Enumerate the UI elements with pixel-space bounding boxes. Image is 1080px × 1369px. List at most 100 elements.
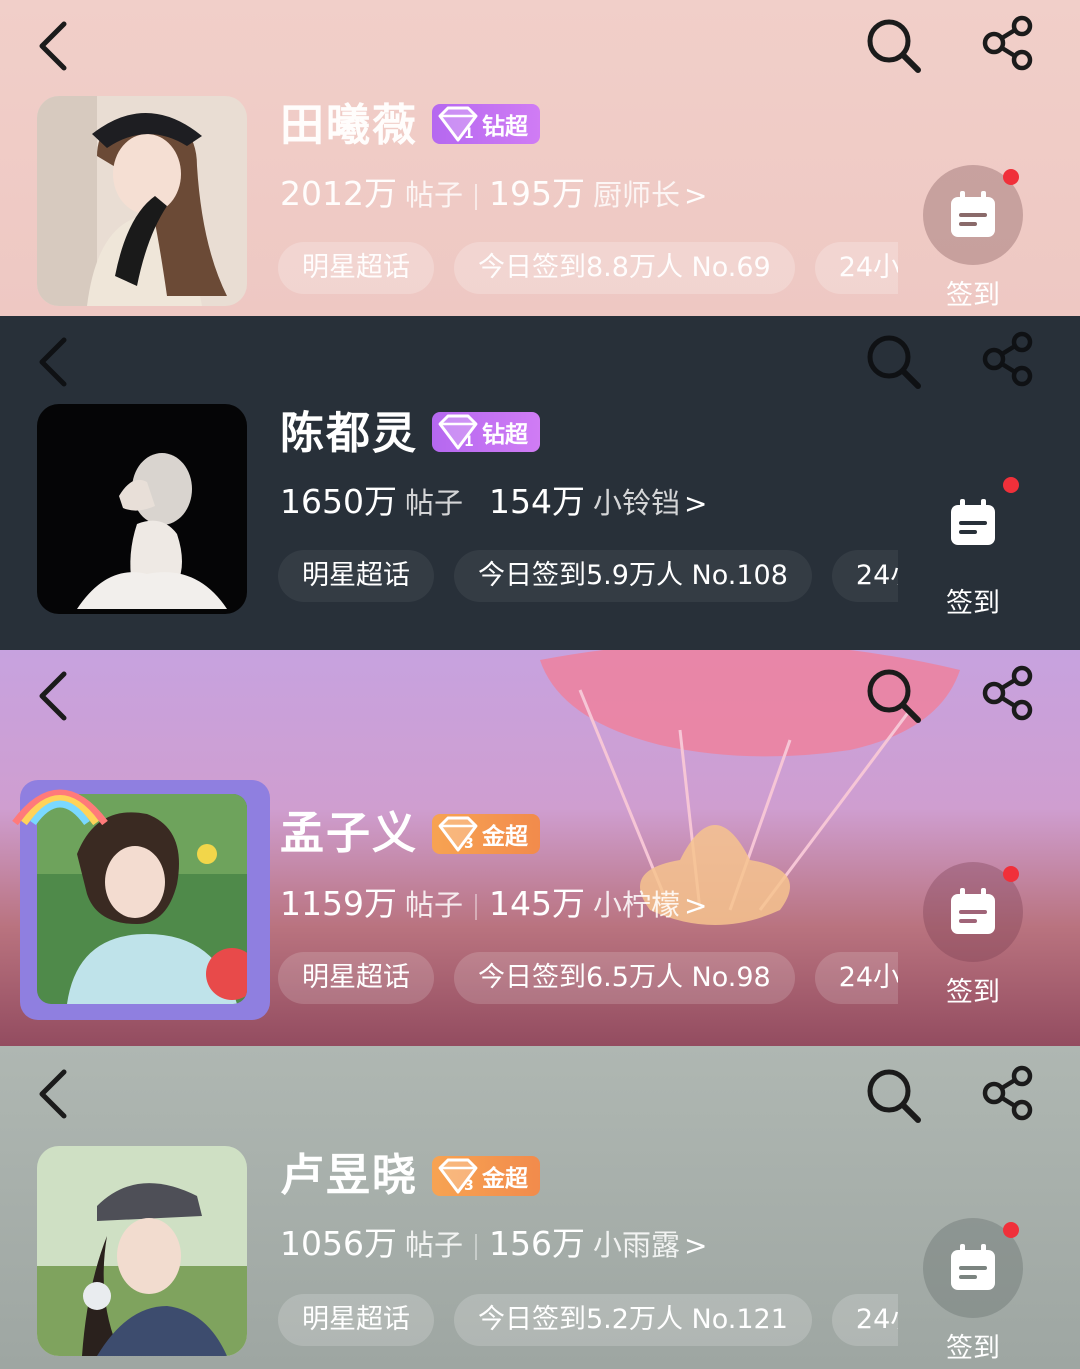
checkin-button[interactable]: 签到 [923,862,1023,1009]
gold-gem-icon: 3 [438,816,478,852]
level-badge: 3 金超 [432,814,540,854]
divider [475,183,477,210]
tag-row: 明星超话今日签到6.5万人 No.98 24小时 [278,952,898,1006]
fan-label: 小雨露 [593,1228,681,1262]
checkin-circle[interactable] [923,473,1023,573]
supertopic-header-2: 陈都灵 1 钻超 1650万 帖子 154万 小铃铛 > 明星超话 今日签到5.9万人 N… [0,316,1080,650]
chevron-right-icon: > [684,487,708,520]
chevron-right-icon: > [684,179,708,212]
tag-row: 明星超话今日签到5.2万人 No.121 24小时 [278,1294,898,1348]
checkin-label: 签到 [946,280,1000,311]
supertopic-header-4: 卢昱晓 3 金超 1056万 帖子 156万 小雨露 > 明星超话 今日签到5.2万人 N… [0,1046,1080,1369]
back-arrow-icon[interactable] [32,668,76,724]
avatar[interactable] [37,96,247,306]
post-count: 1056万 [280,1224,397,1263]
post-count: 1650万 [280,482,397,521]
badge-label: 金超 [482,1166,528,1192]
post-count: 2012万 [280,174,397,213]
fan-label: 小铃铛 [593,486,681,520]
checkin-button[interactable]: 签到 [923,473,1023,620]
topic-name: 田曦薇 [280,100,418,151]
avatar[interactable] [37,404,247,614]
post-count: 1159万 [280,884,397,923]
checkin-label: 签到 [946,977,1000,1008]
tag-pill[interactable]: 明星超话 [278,550,434,602]
checkin-button[interactable]: 签到 [923,165,1023,312]
divider [475,1233,477,1260]
fan-label: 小柠檬 [593,888,681,922]
badge-label: 金超 [482,824,528,850]
topic-name: 卢昱晓 [280,1150,418,1201]
search-icon[interactable] [862,664,924,726]
fan-count: 156万 [489,1224,585,1263]
calendar-icon [951,888,995,934]
fan-label: 厨师长 [593,178,681,212]
diamond-gem-icon: 1 [438,414,478,450]
tag-pill[interactable]: 24小时 [814,242,898,294]
tag-pill[interactable]: 明星超话 [278,1294,434,1346]
notification-dot [1003,169,1019,185]
share-icon[interactable] [980,1064,1038,1122]
calendar-icon [951,1244,995,1290]
post-label: 帖子 [404,178,463,212]
post-label: 帖子 [404,888,463,922]
level-badge: 3 金超 [432,1156,540,1196]
fan-count: 195万 [489,174,585,213]
back-arrow-icon[interactable] [32,334,76,390]
checkin-label: 签到 [946,1333,1000,1364]
tag-pill[interactable]: 24小时 [814,952,898,1004]
topic-name: 陈都灵 [280,408,418,459]
notification-dot [1003,1222,1019,1238]
checkin-circle[interactable] [923,1218,1023,1318]
share-icon[interactable] [980,330,1038,388]
stats-line[interactable]: 1650万 帖子 154万 小铃铛 > [280,480,707,526]
level-badge: 1 钻超 [432,412,540,452]
search-icon[interactable] [862,1064,924,1126]
tag-row: 明星超话今日签到8.8万人 No.69 24小时 [278,242,898,296]
post-label: 帖子 [404,1228,463,1262]
checkin-circle[interactable] [923,862,1023,962]
divider [475,492,477,518]
search-icon[interactable] [862,14,924,76]
tag-pill[interactable]: 24小时 [831,550,898,602]
tag-pill[interactable]: 明星超话 [278,242,434,294]
back-arrow-icon[interactable] [32,1066,76,1122]
fan-count: 154万 [489,482,585,521]
badge-label: 钻超 [482,114,528,140]
checkin-rank-pill[interactable]: 今日签到8.8万人 No.69 [454,242,795,294]
stats-line[interactable]: 2012万 帖子 195万 厨师长 > [280,172,707,218]
notification-dot [1003,477,1019,493]
tag-pill[interactable]: 明星超话 [278,952,434,1004]
stats-line[interactable]: 1159万 帖子 145万 小柠檬 > [280,882,707,928]
gold-gem-icon: 3 [438,1158,478,1194]
level-badge: 1 钻超 [432,104,540,144]
back-arrow-icon[interactable] [32,18,76,74]
tag-pill[interactable]: 24小时 [831,1294,898,1346]
rainbow-decoration [12,789,108,826]
post-label: 帖子 [404,486,463,520]
checkin-rank-pill[interactable]: 今日签到5.2万人 No.121 [454,1294,812,1346]
svg-text:1: 1 [464,434,474,450]
supertopic-header-3: 孟子义 3 金超 1159万 帖子 145万 小柠檬 > 明星超话 今日签到6.5万人 N… [0,650,1080,1046]
topic-name: 孟子义 [280,808,418,859]
supertopic-header-1: 田曦薇 1 钻超 2012万 帖子 195万 厨师长 > 明星超话 今日签到8.8万人 N… [0,0,1080,316]
avatar[interactable] [37,1146,247,1356]
share-icon[interactable] [980,14,1038,72]
diamond-gem-icon: 1 [438,106,478,142]
checkin-button[interactable]: 签到 [923,1218,1023,1365]
checkin-circle[interactable] [923,165,1023,265]
search-icon[interactable] [862,330,924,392]
share-icon[interactable] [980,664,1038,722]
svg-text:3: 3 [464,1178,474,1194]
calendar-icon [951,499,995,545]
checkin-rank-pill[interactable]: 今日签到6.5万人 No.98 [454,952,795,1004]
chevron-right-icon: > [684,1229,708,1262]
badge-label: 钻超 [482,422,528,448]
fan-count: 145万 [489,884,585,923]
notification-dot [1003,866,1019,882]
checkin-label: 签到 [946,588,1000,619]
tag-row: 明星超话今日签到5.9万人 No.108 24小时 [278,550,898,604]
checkin-rank-pill[interactable]: 今日签到5.9万人 No.108 [454,550,812,602]
calendar-icon [951,191,995,237]
stats-line[interactable]: 1056万 帖子 156万 小雨露 > [280,1222,707,1268]
